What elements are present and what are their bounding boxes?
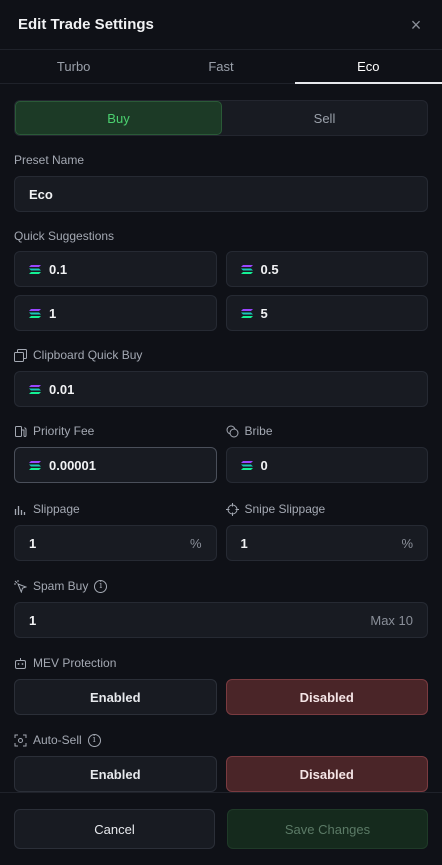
- slippage-value: 1: [29, 535, 37, 551]
- auto-sell-disabled-button[interactable]: Disabled: [225, 756, 428, 792]
- quick-suggestion-value: 0.5: [260, 261, 279, 277]
- snipe-slippage-value: 1: [240, 535, 248, 551]
- quick-suggestions-label: Quick Suggestions: [14, 229, 428, 243]
- mev-enabled-button[interactable]: Enabled: [14, 679, 217, 715]
- solana-icon: [29, 308, 41, 318]
- quick-suggestion-value: 0.1: [49, 261, 68, 277]
- crosshair-icon: [225, 502, 239, 516]
- mev-protection-label: MEV Protection: [14, 656, 428, 670]
- cancel-button[interactable]: Cancel: [14, 809, 215, 849]
- clipboard-quick-buy-label-text: Clipboard Quick Buy: [33, 348, 143, 362]
- auto-sell-label-text: Auto-Sell: [33, 733, 82, 747]
- solana-icon: [240, 264, 253, 274]
- priority-fee-label: Priority Fee: [14, 424, 217, 438]
- clipboard-quick-buy-label: Clipboard Quick Buy: [14, 348, 428, 362]
- bribe-label-text: Bribe: [244, 424, 273, 438]
- percent-suffix: %: [189, 535, 202, 551]
- quick-suggestion-4[interactable]: 5: [225, 295, 428, 331]
- slippage-label-text: Slippage: [33, 502, 80, 516]
- quick-suggestion-3[interactable]: 1: [14, 295, 217, 331]
- priority-fee-value: 0.00001: [49, 457, 96, 473]
- coins-icon: [226, 425, 238, 437]
- tab-bar: Turbo Fast Eco: [0, 50, 442, 84]
- preset-name-label-text: Preset Name: [14, 153, 85, 167]
- info-icon[interactable]: i: [94, 579, 108, 593]
- tab-fast[interactable]: Fast: [147, 50, 294, 83]
- info-icon[interactable]: i: [87, 733, 101, 747]
- preset-name-value: Eco: [29, 186, 53, 202]
- spam-buy-input[interactable]: 1 Max 10: [14, 602, 428, 638]
- preset-name-input[interactable]: Eco: [14, 176, 428, 212]
- gas-pump-icon: [15, 425, 27, 437]
- mev-protection-label-text: MEV Protection: [33, 656, 117, 670]
- auto-sell-label: Auto-Sell i: [14, 733, 428, 747]
- robot-icon: [15, 657, 26, 669]
- priority-fee-input[interactable]: 0.00001: [14, 447, 217, 483]
- solana-icon: [29, 460, 41, 470]
- clipboard-icon: [14, 348, 27, 362]
- bar-chart-icon: [14, 505, 26, 515]
- buy-sell-toggle: Buy Sell: [14, 100, 428, 136]
- spam-buy-value: 1: [29, 612, 37, 628]
- save-changes-button[interactable]: Save Changes: [227, 809, 428, 849]
- snipe-slippage-label: Snipe Slippage: [225, 502, 429, 516]
- quick-suggestions-label-text: Quick Suggestions: [14, 229, 115, 243]
- tab-turbo[interactable]: Turbo: [0, 50, 147, 83]
- clipboard-quick-buy-value: 0.01: [49, 381, 75, 397]
- preset-name-label: Preset Name: [14, 153, 428, 167]
- bribe-label: Bribe: [226, 424, 429, 438]
- clipboard-quick-buy-input[interactable]: 0.01: [14, 371, 428, 407]
- quick-suggestion-2[interactable]: 0.5: [225, 251, 428, 287]
- spam-buy-max: Max 10: [370, 612, 413, 628]
- snipe-slippage-input[interactable]: 1 %: [225, 525, 428, 561]
- quick-suggestion-value: 1: [49, 305, 57, 321]
- bribe-value: 0: [260, 457, 268, 473]
- snipe-slippage-label-text: Snipe Slippage: [244, 502, 326, 516]
- bribe-input[interactable]: 0: [225, 447, 428, 483]
- solana-icon: [240, 308, 253, 318]
- solana-icon: [29, 264, 41, 274]
- spam-buy-label: Spam Buy i: [14, 579, 428, 593]
- close-icon[interactable]: ×: [408, 16, 424, 34]
- tab-eco[interactable]: Eco: [294, 50, 442, 84]
- solana-icon: [29, 384, 41, 394]
- solana-icon: [240, 460, 253, 470]
- cursor-click-icon: [14, 579, 27, 593]
- buy-button[interactable]: Buy: [15, 101, 222, 135]
- sell-button[interactable]: Sell: [222, 101, 427, 135]
- percent-suffix: %: [401, 535, 413, 551]
- quick-suggestion-value: 5: [260, 305, 268, 321]
- mev-disabled-button[interactable]: Disabled: [225, 679, 428, 715]
- scan-icon: [14, 734, 27, 746]
- slippage-label: Slippage: [14, 502, 217, 516]
- spam-buy-label-text: Spam Buy: [33, 579, 89, 593]
- auto-sell-enabled-button[interactable]: Enabled: [14, 756, 217, 792]
- modal-header: Edit Trade Settings ×: [0, 0, 442, 50]
- modal-footer: Cancel Save Changes: [0, 792, 442, 849]
- modal-title: Edit Trade Settings: [18, 16, 154, 33]
- slippage-input[interactable]: 1 %: [14, 525, 217, 561]
- priority-fee-label-text: Priority Fee: [33, 424, 95, 438]
- quick-suggestion-1[interactable]: 0.1: [14, 251, 217, 287]
